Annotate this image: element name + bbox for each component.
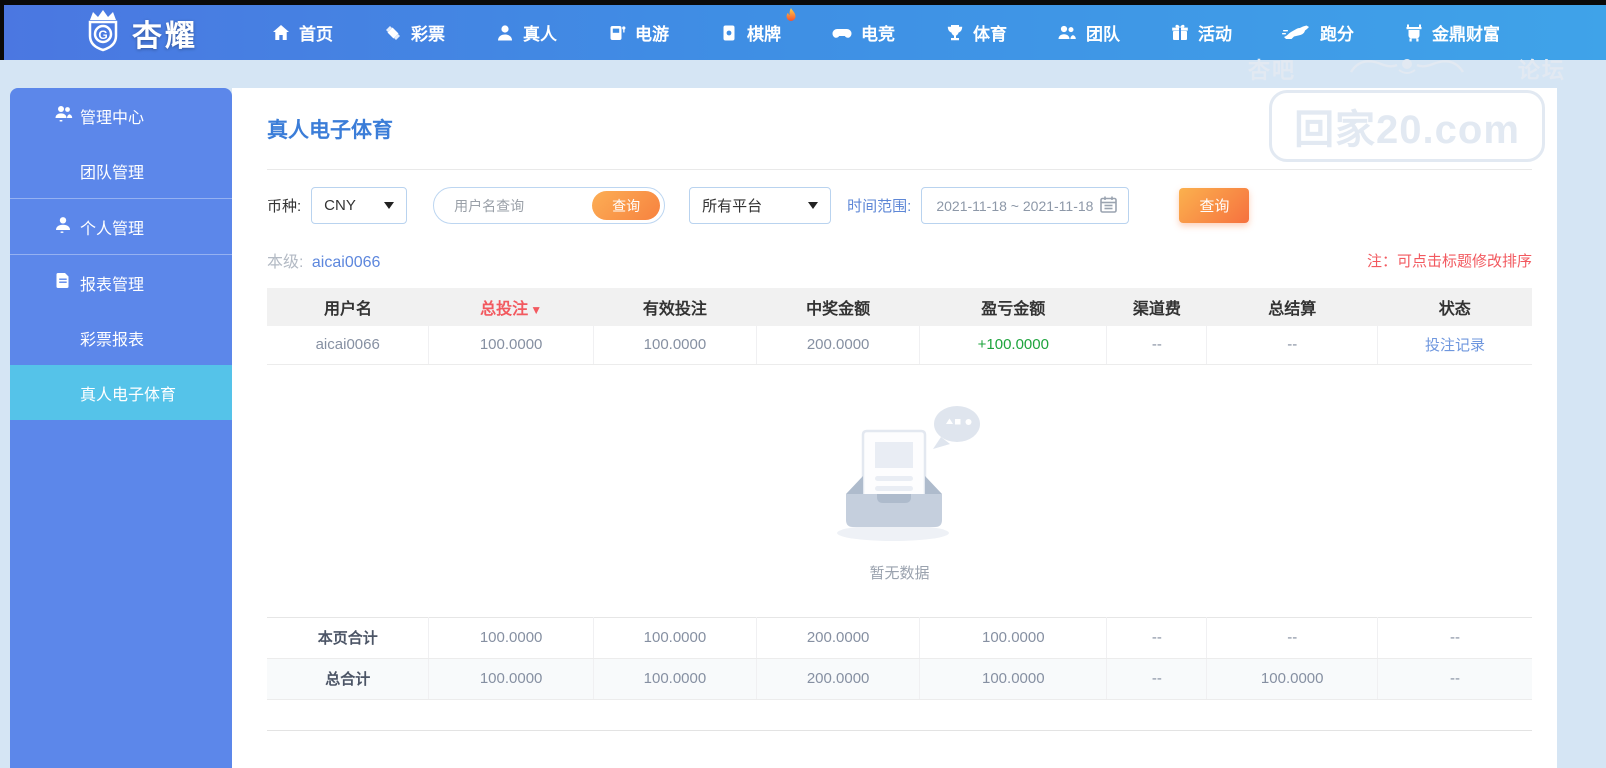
- trophy-icon: [945, 23, 965, 43]
- page-total-label: 本页合计: [267, 617, 429, 659]
- date-range-input[interactable]: 2021-11-18 ~ 2021-11-18: [921, 187, 1130, 224]
- person-icon: [495, 23, 515, 43]
- sidebar-item-team-management[interactable]: 团队管理: [10, 143, 232, 198]
- sidebar-item-personal-management[interactable]: 个人管理: [10, 199, 232, 254]
- col-header-valid-bet[interactable]: 有效投注: [593, 288, 757, 326]
- nav-item-slots[interactable]: 电游: [582, 5, 694, 60]
- nav-item-sports[interactable]: 体育: [920, 5, 1032, 60]
- currency-select-value: CNY: [324, 197, 356, 214]
- bet-record-link[interactable]: 投注记录: [1377, 326, 1532, 365]
- currency-label: 币种:: [267, 198, 302, 215]
- platform-select[interactable]: 所有平台: [689, 187, 832, 224]
- report-file-icon: [54, 271, 72, 294]
- empty-inbox-icon: [815, 399, 985, 552]
- gift-icon: [1170, 23, 1190, 43]
- grand-total-label: 总合计: [267, 658, 429, 700]
- level-row: 本级: aicai0066 注：可点击标题修改排序: [267, 248, 1532, 272]
- level-user-link[interactable]: aicai0066: [312, 254, 381, 271]
- sidebar-item-live-esports-report[interactable]: 真人电子体育: [10, 365, 232, 420]
- nav-item-paofen[interactable]: 跑分: [1257, 5, 1379, 60]
- calendar-icon[interactable]: [1099, 195, 1118, 217]
- ding-cauldron-icon: [1404, 23, 1424, 43]
- sort-desc-icon: ▼: [530, 303, 543, 317]
- cell-profit: +100.0000: [919, 326, 1107, 365]
- gamepad-icon: [831, 23, 853, 43]
- sidebar-item-report-management[interactable]: 报表管理: [10, 255, 232, 310]
- username-input[interactable]: [454, 197, 585, 214]
- table-header-row: 用户名 总投注 ▼ 有效投注 中奖金额 盈亏金额 渠道费 总结算 状态: [267, 288, 1532, 326]
- sidebar-item-management-center[interactable]: 管理中心: [10, 88, 232, 143]
- col-header-total-settlement[interactable]: 总结算: [1206, 288, 1378, 326]
- running-horse-icon: [1282, 23, 1312, 43]
- username-search-button[interactable]: 查询: [592, 191, 661, 220]
- date-range-value: 2021-11-18 ~ 2021-11-18: [936, 197, 1094, 214]
- user-icon: [54, 215, 72, 238]
- search-button[interactable]: 查询: [1179, 188, 1250, 223]
- chevron-down-icon: [384, 202, 395, 209]
- report-table: 用户名 总投注 ▼ 有效投注 中奖金额 盈亏金额 渠道费 总结算 状态 aicai…: [267, 288, 1532, 365]
- svg-text:G: G: [98, 28, 107, 42]
- crown-shield-logo-icon: G: [82, 8, 124, 57]
- cell-username: aicai0066: [267, 326, 429, 365]
- cell-win-amount: 200.0000: [756, 326, 920, 365]
- empty-state: 暂无数据: [267, 365, 1532, 617]
- cell-total-bet: 100.0000: [428, 326, 594, 365]
- page-title: 真人电子体育: [267, 119, 393, 142]
- main-content: 真人电子体育 币种: CNY 查询 所有平台 时间范围: 2021-11-18 …: [232, 88, 1557, 768]
- date-range-label: 时间范围:: [847, 198, 912, 215]
- page-total-row: 本页合计 100.0000 100.0000 200.0000 100.0000…: [267, 617, 1532, 659]
- nav-item-lottery[interactable]: 彩票: [358, 5, 470, 60]
- ticket-icon: [383, 23, 403, 43]
- team-people-icon: [1057, 23, 1078, 43]
- nav-item-live[interactable]: 真人: [470, 5, 582, 60]
- totals-table: 本页合计 100.0000 100.0000 200.0000 100.0000…: [267, 616, 1532, 700]
- sidebar: 管理中心 团队管理 个人管理 报表管理 彩票报表 真人电子体育: [10, 88, 232, 768]
- nav-item-wealth[interactable]: 金鼎财富: [1379, 5, 1525, 60]
- col-header-win-amount[interactable]: 中奖金额: [756, 288, 920, 326]
- chevron-down-icon: [808, 202, 819, 209]
- nav-item-boardgames[interactable]: 棋牌: [694, 5, 806, 60]
- col-header-status[interactable]: 状态: [1377, 288, 1532, 326]
- col-header-channel-fee[interactable]: 渠道费: [1106, 288, 1207, 326]
- home-icon: [271, 23, 291, 43]
- sidebar-item-lottery-report[interactable]: 彩票报表: [10, 310, 232, 365]
- title-divider: [267, 169, 1532, 170]
- main-nav: 首页 彩票 真人 电游 棋牌 电竞 体育 团队 活动 跑分 金鼎财富: [246, 5, 1525, 60]
- nav-item-esports[interactable]: 电竞: [806, 5, 920, 60]
- mahjong-tile-icon: [719, 23, 739, 43]
- brand-name: 杏耀: [132, 19, 198, 53]
- grand-total-row: 总合计 100.0000 100.0000 200.0000 100.0000 …: [267, 658, 1532, 700]
- filter-bar: 币种: CNY 查询 所有平台 时间范围: 2021-11-18 ~ 2021-…: [267, 187, 1532, 224]
- table-row: aicai0066 100.0000 100.0000 200.0000 +10…: [267, 326, 1532, 365]
- brand-logo[interactable]: G 杏耀: [82, 8, 198, 57]
- col-header-total-bet[interactable]: 总投注 ▼: [428, 288, 594, 326]
- nav-item-home[interactable]: 首页: [246, 5, 358, 60]
- nav-item-activity[interactable]: 活动: [1145, 5, 1257, 60]
- top-navigation-bar: G 杏耀 首页 彩票 真人 电游 棋牌 电竞 体育 团队 活动 跑分 金鼎财富: [0, 0, 1606, 60]
- col-header-profit[interactable]: 盈亏金额: [919, 288, 1107, 326]
- sort-hint-note: 注：可点击标题修改排序: [1366, 252, 1532, 270]
- cell-total-settlement: --: [1206, 326, 1378, 365]
- cell-valid-bet: 100.0000: [592, 326, 757, 365]
- empty-state-text: 暂无数据: [869, 564, 930, 582]
- slot-machine-icon: [607, 23, 627, 43]
- fire-badge-icon: [784, 8, 798, 24]
- col-header-username[interactable]: 用户名: [267, 288, 429, 326]
- users-icon: [54, 104, 74, 127]
- currency-select[interactable]: CNY: [311, 187, 408, 224]
- nav-item-team[interactable]: 团队: [1032, 5, 1145, 60]
- username-search-box: 查询: [433, 187, 666, 224]
- bottom-divider: [267, 729, 1532, 731]
- level-label: 本级:: [267, 254, 304, 271]
- platform-select-value: 所有平台: [702, 198, 763, 215]
- cell-channel-fee: --: [1106, 326, 1207, 365]
